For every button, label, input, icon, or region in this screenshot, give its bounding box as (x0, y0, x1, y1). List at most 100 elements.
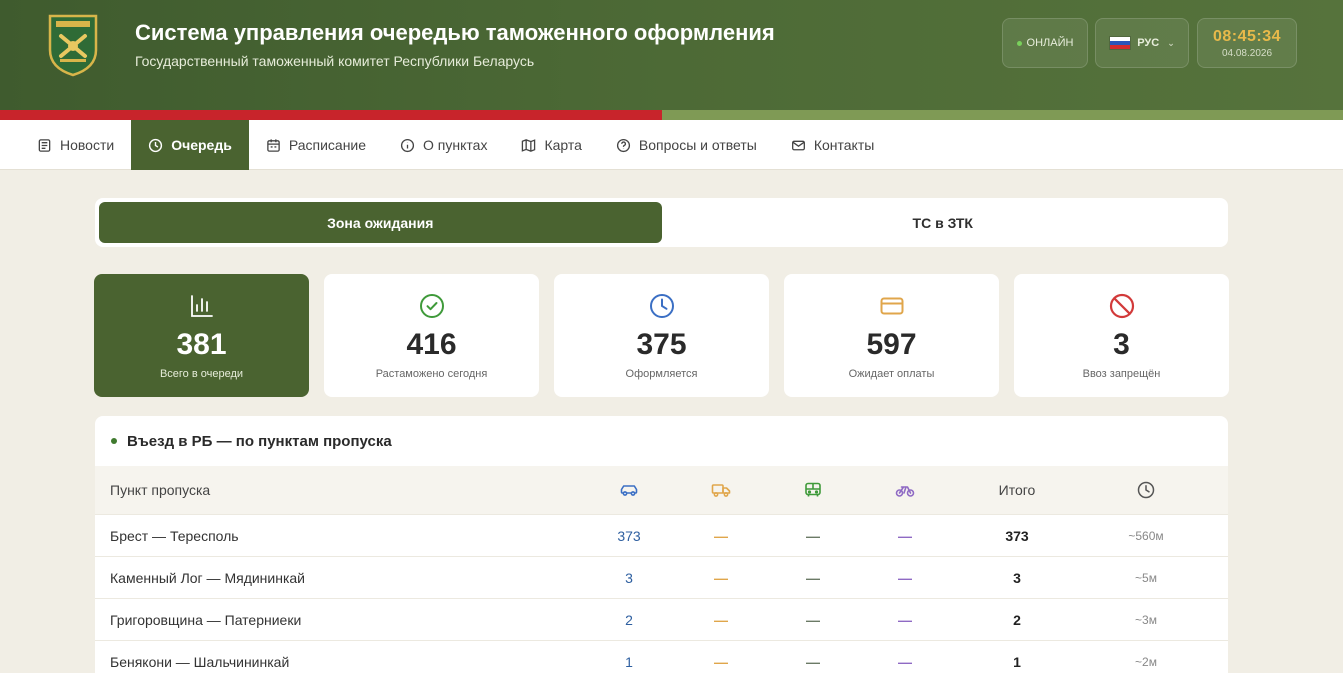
cell-point: Григоровщина — Патерниеки (110, 611, 302, 628)
online-status: ОНЛАЙН (1002, 18, 1088, 68)
cell-wait-time: ~2м (1135, 654, 1157, 669)
app-subtitle: Государственный таможенный комитет Респу… (135, 53, 535, 69)
stat-label: Оформляется (625, 368, 698, 380)
russia-flag-icon (1109, 36, 1132, 50)
language-selector[interactable]: РУС ⌄ (1095, 18, 1189, 68)
chevron-down-icon: ⌄ (1167, 37, 1175, 48)
table-header-row: Пункт пропуска Итого (95, 466, 1228, 514)
column-header-bus[interactable] (767, 481, 859, 499)
stat-value: 3 (1113, 328, 1130, 361)
cell-total: 1 (1013, 653, 1021, 670)
stat-card-cleared-today[interactable]: 416 Растаможено сегодня (324, 274, 539, 397)
table-row[interactable]: Григоровщина — Патерниеки 2 — — — 2 ~3м (95, 598, 1228, 640)
car-icon (620, 485, 638, 497)
clock-icon (649, 294, 674, 318)
nav-item-label: Новости (60, 137, 115, 153)
cell-bike: — (898, 569, 912, 586)
nav-item-about-points[interactable]: О пунктах (383, 120, 504, 170)
online-status-label: ОНЛАЙН (1026, 37, 1074, 49)
forbidden-icon (1109, 293, 1134, 319)
queue-tabs: Зона ожидания ТС в ЗТК (95, 198, 1228, 247)
cell-car: 373 (617, 527, 641, 544)
stat-label: Всего в очереди (159, 368, 244, 380)
nav-item-label: Карта (544, 137, 582, 153)
column-header-truck[interactable] (675, 481, 767, 499)
clock-icon (149, 138, 163, 152)
language-label: РУС (1137, 37, 1160, 49)
nav-item-label: Контакты (813, 137, 875, 153)
panel-title: Въезд в РБ — по пунктам пропуска (95, 416, 1228, 466)
stat-value: 416 (406, 328, 457, 361)
check-circle-icon (419, 294, 444, 318)
cell-bus: — (806, 527, 820, 544)
app-title: Система управления очередью таможенного … (135, 20, 775, 45)
panel-title-text: Въезд в РБ — по пунктам пропуска (127, 432, 392, 450)
nav-item-label: Вопросы и ответы (638, 137, 757, 153)
stats-row: 381 Всего в очереди 416 Растаможено сего… (94, 274, 1229, 397)
truck-icon (711, 484, 731, 498)
app-header: Система управления очередью таможенного … (0, 0, 1343, 110)
column-header-total[interactable]: Итого (951, 482, 1083, 498)
flag-stripe-green (662, 110, 1343, 120)
nav-item-contacts[interactable]: Контакты (774, 120, 891, 170)
column-header-bike[interactable] (859, 481, 951, 499)
stat-label: Растаможено сегодня (375, 368, 488, 380)
motorcycle-icon (895, 486, 915, 497)
tab-waiting-zone[interactable]: Зона ожидания (99, 202, 662, 243)
table-row[interactable]: Бенякони — Шальчининкай 1 — — — 1 ~2м (95, 640, 1228, 673)
nav-item-label: О пунктах (423, 137, 488, 153)
cell-car: 1 (625, 653, 633, 670)
tab-vehicles-in-ztk[interactable]: ТС в ЗТК (662, 202, 1225, 243)
stat-card-total-queue[interactable]: 381 Всего в очереди (94, 274, 309, 397)
stat-value: 381 (176, 328, 227, 361)
nav-item-faq[interactable]: Вопросы и ответы (599, 120, 774, 170)
customs-emblem-icon (48, 14, 98, 77)
column-header-point: Пункт пропуска (110, 482, 211, 498)
newspaper-icon (38, 138, 51, 152)
cell-bus: — (806, 569, 820, 586)
mail-icon (791, 140, 805, 150)
bar-chart-icon (190, 295, 213, 317)
nav-item-label: Расписание (288, 137, 367, 153)
nav-item-schedule[interactable]: Расписание (249, 120, 383, 170)
card-icon (880, 297, 903, 315)
bus-icon (805, 482, 821, 497)
cell-point: Каменный Лог — Мядининкай (110, 569, 306, 586)
stat-value: 597 (866, 328, 917, 361)
cell-wait-time: ~5м (1135, 570, 1157, 585)
cell-wait-time: ~3м (1135, 612, 1157, 627)
cell-truck: — (714, 569, 728, 586)
stat-card-awaiting-payment[interactable]: 597 Ожидает оплаты (784, 274, 999, 397)
column-header-car[interactable] (583, 481, 675, 499)
cell-car: 2 (625, 611, 633, 628)
main-nav: Новости Очередь Расписание О пунктах Кар… (0, 120, 1343, 170)
stat-value: 375 (636, 328, 687, 361)
cell-truck: — (714, 653, 728, 670)
cell-bus: — (806, 611, 820, 628)
cell-bike: — (898, 653, 912, 670)
entry-points-panel: Въезд в РБ — по пунктам пропуска Пункт п… (95, 416, 1228, 673)
nav-item-label: Очередь (171, 137, 232, 153)
cell-truck: — (714, 611, 728, 628)
stat-card-import-forbidden[interactable]: 3 Ввоз запрещён (1014, 274, 1229, 397)
stat-card-processing[interactable]: 375 Оформляется (554, 274, 769, 397)
nav-item-queue[interactable]: Очередь (131, 120, 249, 170)
cell-bus: — (806, 653, 820, 670)
clock-display: 08:45:34 04.08.2026 (1197, 18, 1297, 68)
cell-total: 373 (1005, 527, 1029, 544)
question-icon (616, 138, 630, 152)
table-row[interactable]: Каменный Лог — Мядининкай 3 — — — 3 ~5м (95, 556, 1228, 598)
cell-total: 3 (1013, 569, 1021, 586)
cell-bike: — (898, 527, 912, 544)
map-icon (522, 138, 536, 152)
stat-label: Ввоз запрещён (1082, 368, 1161, 380)
nav-item-map[interactable]: Карта (504, 120, 598, 170)
flag-stripe-red (0, 110, 662, 120)
cell-wait-time: ~560м (1128, 528, 1164, 543)
column-header-time[interactable] (1083, 481, 1209, 499)
table-row[interactable]: Брест — Тересполь 373 — — — 373 ~560м (95, 514, 1228, 556)
nav-item-news[interactable]: Новости (20, 120, 131, 170)
cell-car: 3 (625, 569, 633, 586)
cell-truck: — (714, 527, 728, 544)
clock-icon (1137, 481, 1155, 499)
